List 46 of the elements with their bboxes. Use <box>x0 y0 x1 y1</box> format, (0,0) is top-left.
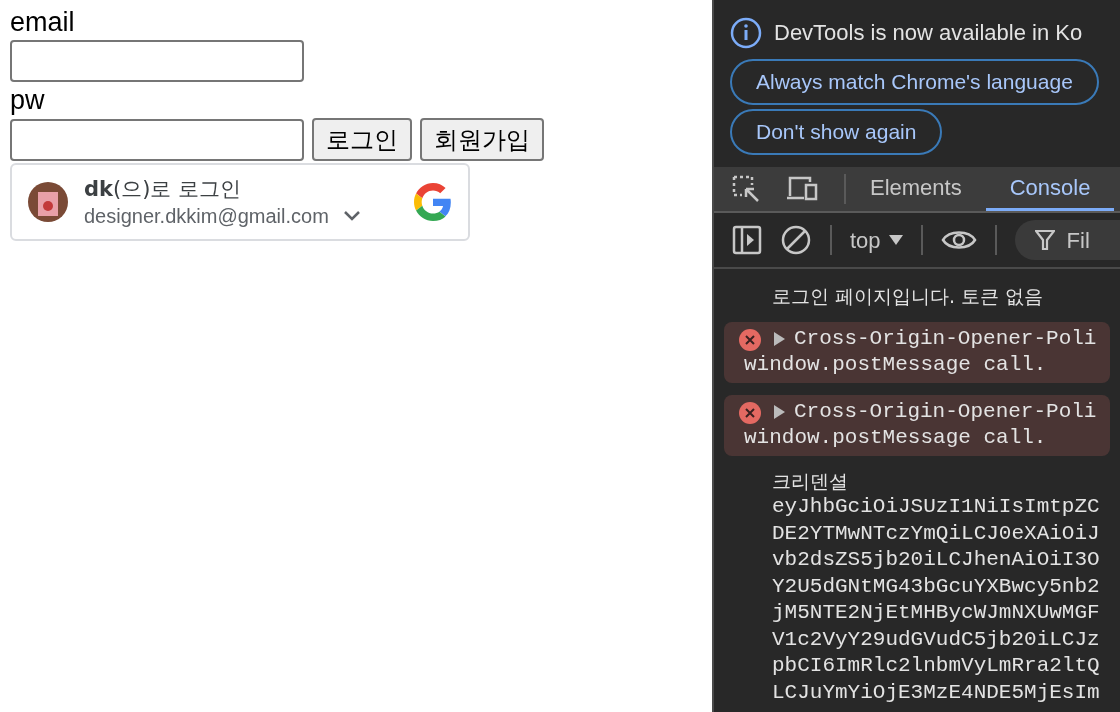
signin-title: dk(으)로 로그인 <box>84 176 243 203</box>
console-text: 로그인 페이지입니다. 토큰 없음 <box>772 284 1044 309</box>
google-logo-icon <box>414 183 452 221</box>
avatar <box>28 182 68 222</box>
field-label: pw <box>10 84 45 117</box>
error-icon <box>738 327 762 352</box>
console-text: Y2U5dGNtMG43bGcuYXBwcy5nb2 <box>772 573 1100 600</box>
console-text: Cross-Origin-Opener-Poli <box>794 325 1097 352</box>
signup-button[interactable]: 회원가입 <box>420 118 544 161</box>
console-text: DE2YTMwNTczYmQiLCJ0eXAiOiJ <box>772 520 1100 547</box>
console-text: V1c2VyY29udGVudC5jb20iLCJz <box>772 626 1100 653</box>
password-input[interactable] <box>10 118 304 161</box>
caret-icon <box>888 235 903 245</box>
field-label: email <box>10 6 75 39</box>
devtools-tab[interactable]: Console <box>985 167 1115 211</box>
inspect-element-icon[interactable] <box>732 175 760 203</box>
clear-console-icon[interactable] <box>780 224 812 256</box>
email-input[interactable] <box>10 40 304 82</box>
login-button[interactable]: 로그인 <box>312 118 412 161</box>
context-dropdown[interactable]: top <box>850 223 903 257</box>
device-toolbar-icon[interactable] <box>786 176 818 202</box>
error-icon <box>738 400 762 425</box>
infobar-action-button[interactable]: Always match Chrome's language <box>730 59 1099 105</box>
filter-field[interactable]: Fil <box>1014 220 1120 260</box>
eye-icon[interactable] <box>940 228 977 252</box>
expand-triangle-icon[interactable] <box>772 330 786 347</box>
google-signin-button[interactable]: dk(으)로 로그인 designer.dkkim@gmail.com <box>10 163 470 241</box>
console-text: window.postMessage call. <box>744 425 1047 451</box>
console-text: Cross-Origin-Opener-Poli <box>794 398 1097 425</box>
filter-icon <box>1034 229 1055 251</box>
console-text: window.postMessage call. <box>744 352 1047 378</box>
console-text: vb2dsZS5jb20iLCJhenAiOiI3O <box>772 547 1100 573</box>
filter-placeholder: Fil <box>1066 226 1090 255</box>
info-icon <box>730 16 762 49</box>
console-text: jM5NTE2NjEtMHBycWJmNXUwMGF <box>772 600 1100 626</box>
devtools-tab[interactable]: Elements <box>846 167 986 211</box>
console-text: LCJuYmYiOjE3MzE4NDE5MjEsIm <box>772 679 1100 706</box>
console-text: pbCI6ImRlc2lnbmVyLmRra2ltQ <box>772 653 1100 679</box>
sidebar-toggle-icon[interactable] <box>732 225 762 255</box>
chevron-down-icon <box>342 210 361 222</box>
console-text: eyJhbGciOiJSUzI1NiIsImtpZC <box>772 494 1100 520</box>
infobar-message: DevTools is now available in Ko <box>774 19 1083 47</box>
infobar-action-button[interactable]: Don't show again <box>730 109 943 155</box>
console-text: 크리덴셜 <box>772 468 848 494</box>
account-email: designer.dkkim@gmail.com <box>84 204 329 229</box>
expand-triangle-icon[interactable] <box>772 403 786 420</box>
